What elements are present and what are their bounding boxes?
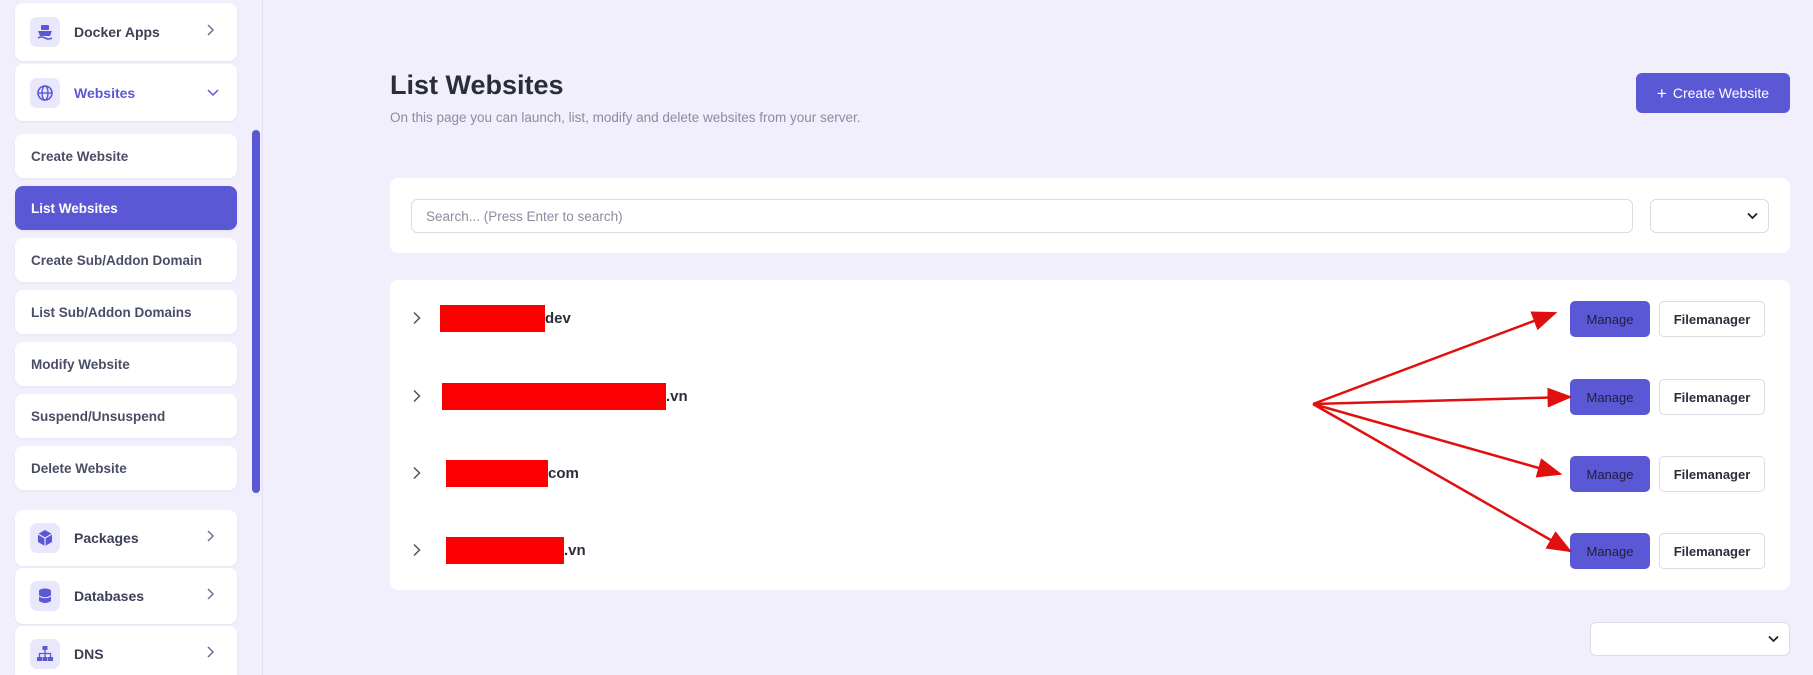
chevron-down-icon	[1747, 207, 1758, 225]
sidebar-subitem-label: Delete Website	[31, 460, 127, 476]
manage-button[interactable]: Manage	[1570, 456, 1650, 492]
sidebar-divider	[262, 0, 263, 675]
filemanager-button[interactable]: Filemanager	[1659, 379, 1765, 415]
ship-icon	[30, 17, 60, 47]
sidebar-item-dns[interactable]: DNS	[15, 626, 237, 675]
sidebar-subitem-delete-website[interactable]: Delete Website	[15, 446, 237, 490]
create-website-button[interactable]: + Create Website	[1636, 73, 1790, 113]
sidebar-subitem-suspend-unsuspend[interactable]: Suspend/Unsuspend	[15, 394, 237, 438]
filemanager-button[interactable]: Filemanager	[1659, 456, 1765, 492]
redaction-box	[446, 537, 564, 564]
sitemap-icon	[30, 639, 60, 669]
filter-select[interactable]	[1650, 199, 1769, 233]
sidebar-item-label: Databases	[74, 588, 145, 604]
sidebar-subitem-label: List Websites	[31, 200, 118, 216]
sidebar: Docker Apps Websites Create Website List…	[0, 0, 262, 675]
create-website-button-label: Create Website	[1672, 85, 1770, 101]
chevron-right-icon[interactable]	[412, 466, 422, 485]
sidebar-subitem-list-sub-addon-domains[interactable]: List Sub/Addon Domains	[15, 290, 237, 334]
sidebar-item-label: Websites	[74, 84, 136, 101]
redaction-box	[442, 383, 666, 410]
sidebar-scrollbar[interactable]	[252, 130, 260, 493]
website-row: com Manage Filemanager	[390, 454, 1790, 494]
sidebar-subitem-label: Create Website	[31, 148, 129, 164]
website-domain[interactable]: dev	[545, 310, 571, 327]
chevron-right-icon	[205, 23, 215, 41]
sidebar-subitem-modify-website[interactable]: Modify Website	[15, 342, 237, 386]
chevron-right-icon[interactable]	[412, 389, 422, 408]
sidebar-item-databases[interactable]: Databases	[15, 568, 237, 624]
website-domain[interactable]: .vn	[666, 388, 688, 405]
website-row: dev Manage Filemanager	[390, 299, 1790, 339]
sidebar-subitem-create-sub-addon-domain[interactable]: Create Sub/Addon Domain	[15, 238, 237, 282]
website-list: dev Manage Filemanager .vn Manage Filema…	[390, 280, 1790, 590]
sidebar-subitem-list-websites[interactable]: List Websites	[15, 186, 237, 230]
chevron-down-icon	[207, 84, 219, 102]
sidebar-item-packages[interactable]: Packages	[15, 510, 237, 566]
page-subtitle: On this page you can launch, list, modif…	[390, 110, 861, 125]
chevron-right-icon	[205, 587, 215, 605]
redaction-box	[440, 305, 545, 332]
sidebar-item-label: DNS	[74, 646, 104, 662]
filemanager-button[interactable]: Filemanager	[1659, 533, 1765, 569]
redaction-box	[446, 460, 548, 487]
manage-button[interactable]: Manage	[1570, 301, 1650, 337]
sidebar-subitem-label: Modify Website	[31, 356, 130, 372]
chevron-right-icon[interactable]	[412, 311, 422, 330]
database-icon	[30, 581, 60, 611]
sidebar-item-websites[interactable]: Websites	[15, 64, 237, 121]
sidebar-subitem-create-website[interactable]: Create Website	[15, 134, 237, 178]
globe-icon	[30, 77, 60, 108]
chevron-right-icon	[205, 529, 215, 547]
sidebar-item-label: Packages	[74, 530, 139, 546]
website-row: .vn Manage Filemanager	[390, 377, 1790, 417]
sidebar-item-label: Docker Apps	[74, 24, 160, 40]
per-page-select[interactable]	[1590, 622, 1790, 656]
search-placeholder: Search... (Press Enter to search)	[426, 208, 623, 224]
chevron-right-icon[interactable]	[412, 543, 422, 562]
manage-button[interactable]: Manage	[1570, 379, 1650, 415]
sidebar-subitem-label: Create Sub/Addon Domain	[31, 252, 203, 268]
sidebar-item-docker-apps[interactable]: Docker Apps	[15, 3, 237, 61]
page-title: List Websites	[390, 70, 564, 100]
sidebar-subitem-label: Suspend/Unsuspend	[31, 408, 166, 424]
filemanager-button[interactable]: Filemanager	[1659, 301, 1765, 337]
website-row: .vn Manage Filemanager	[390, 531, 1790, 571]
website-domain[interactable]: .vn	[564, 542, 586, 559]
plus-icon: +	[1656, 83, 1667, 103]
manage-button[interactable]: Manage	[1570, 533, 1650, 569]
box-icon	[30, 523, 60, 553]
search-input[interactable]: Search... (Press Enter to search)	[411, 199, 1633, 233]
sidebar-subitem-label: List Sub/Addon Domains	[31, 304, 192, 320]
chevron-right-icon	[205, 645, 215, 663]
search-card: Search... (Press Enter to search)	[390, 178, 1790, 253]
chevron-down-icon	[1768, 630, 1779, 648]
website-domain[interactable]: com	[548, 465, 579, 482]
